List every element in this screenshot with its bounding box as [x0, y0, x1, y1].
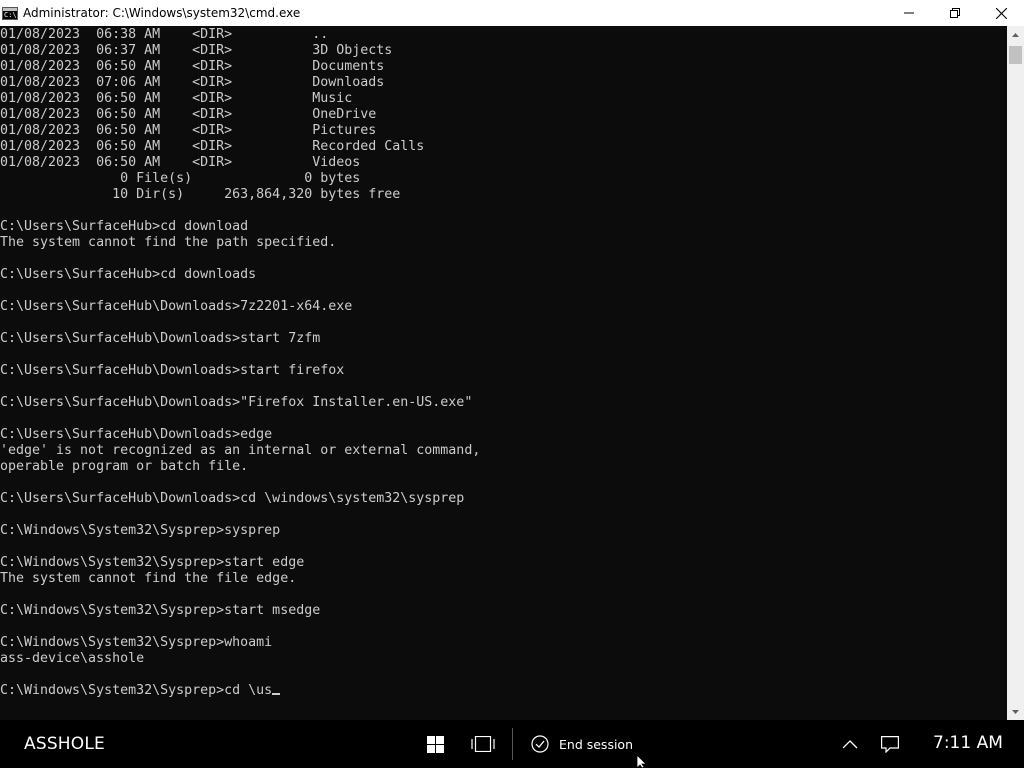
window-title: Administrator: C:\Windows\system32\cmd.e…: [23, 6, 301, 20]
console-line: 01/08/2023 06:50 AM <DIR> Documents: [0, 59, 385, 74]
scroll-down-arrow-icon: [1012, 709, 1019, 714]
console-line: C:\Windows\System32\Sysprep>whoami: [0, 635, 273, 650]
console-area[interactable]: 01/08/2023 06:38 AM <DIR> .. 01/08/2023 0…: [0, 26, 1007, 720]
console-line: C:\Users\SurfaceHub>cd download: [0, 219, 249, 234]
mouse-pointer-icon: [637, 755, 647, 768]
chevron-up-icon: [842, 740, 858, 749]
cmd-app-icon-text: C:\: [4, 10, 17, 19]
scroll-up-arrow-icon: [1012, 32, 1019, 37]
taskbar: ASSHOLE End session 7:11 AM: [0, 720, 1024, 768]
action-center-button[interactable]: [878, 732, 902, 756]
console-cursor: [272, 693, 281, 695]
title-bar[interactable]: C:\ Administrator: C:\Windows\system32\c…: [0, 0, 1024, 26]
console-line: C:\Windows\System32\Sysprep>start msedge: [0, 603, 321, 618]
console-line: 01/08/2023 06:38 AM <DIR> ..: [0, 27, 329, 42]
task-view-icon: [471, 736, 495, 752]
console-line: 10 Dir(s) 263,864,320 bytes free: [0, 187, 401, 202]
scroll-thumb[interactable]: [1009, 46, 1022, 64]
console-line: C:\Windows\System32\Sysprep>cd \us: [0, 683, 480, 699]
console-line: C:\Users\SurfaceHub\Downloads>7z2201-x64…: [0, 299, 353, 314]
restore-icon: [950, 8, 960, 18]
console-line: 01/08/2023 06:50 AM <DIR> Recorded Calls: [0, 139, 425, 154]
maximize-button[interactable]: [932, 0, 978, 26]
check-circle-icon: [531, 735, 549, 753]
end-session-label: End session: [559, 736, 633, 752]
console-line: 01/08/2023 06:50 AM <DIR> Videos: [0, 155, 361, 170]
console-line: C:\Windows\System32\Sysprep>start edge: [0, 555, 305, 570]
vertical-scrollbar[interactable]: [1007, 26, 1024, 720]
console-output: 01/08/2023 06:38 AM <DIR> .. 01/08/2023 0…: [0, 27, 480, 699]
console-line: C:\Users\SurfaceHub\Downloads>"Firefox I…: [0, 395, 473, 410]
console-line: C:\Users\SurfaceHub>cd downloads: [0, 267, 257, 282]
console-line: 01/08/2023 06:50 AM <DIR> Music: [0, 91, 353, 106]
cmd-app-icon[interactable]: C:\: [2, 6, 18, 20]
device-name: ASSHOLE: [24, 734, 105, 754]
console-line: C:\Users\SurfaceHub\Downloads>cd \window…: [0, 491, 465, 506]
scroll-down-button[interactable]: [1007, 703, 1024, 720]
taskbar-clock[interactable]: 7:11 AM: [933, 733, 1003, 753]
console-line: The system cannot find the path specifie…: [0, 235, 337, 250]
minimize-button[interactable]: [886, 0, 932, 26]
console-line: The system cannot find the file edge.: [0, 571, 297, 586]
console-line: operable program or batch file.: [0, 459, 249, 474]
close-icon: [995, 7, 1007, 19]
taskbar-divider: [512, 728, 513, 760]
start-windows-icon: [426, 735, 444, 753]
minimize-icon: [904, 12, 914, 14]
console-line: 01/08/2023 06:37 AM <DIR> 3D Objects: [0, 43, 393, 58]
console-line: 01/08/2023 07:06 AM <DIR> Downloads: [0, 75, 385, 90]
console-line: ass-device\asshole: [0, 651, 145, 666]
scroll-up-button[interactable]: [1007, 26, 1024, 43]
console-line: C:\Users\SurfaceHub\Downloads>start fire…: [0, 363, 345, 378]
console-line: 'edge' is not recognized as an internal …: [0, 443, 481, 458]
task-view-button[interactable]: [471, 732, 495, 756]
action-center-icon: [881, 735, 899, 753]
console-line: C:\Windows\System32\Sysprep>sysprep: [0, 523, 281, 538]
console-line: 01/08/2023 06:50 AM <DIR> Pictures: [0, 123, 377, 138]
console-line: 0 File(s) 0 bytes: [0, 171, 361, 186]
close-button[interactable]: [978, 0, 1024, 26]
start-button[interactable]: [423, 732, 447, 756]
end-session-button[interactable]: End session: [531, 732, 633, 756]
console-line: 01/08/2023 06:50 AM <DIR> OneDrive: [0, 107, 377, 122]
console-line: C:\Users\SurfaceHub\Downloads>edge: [0, 427, 273, 442]
show-hidden-icons-button[interactable]: [838, 732, 862, 756]
console-line: C:\Users\SurfaceHub\Downloads>start 7zfm: [0, 331, 321, 346]
